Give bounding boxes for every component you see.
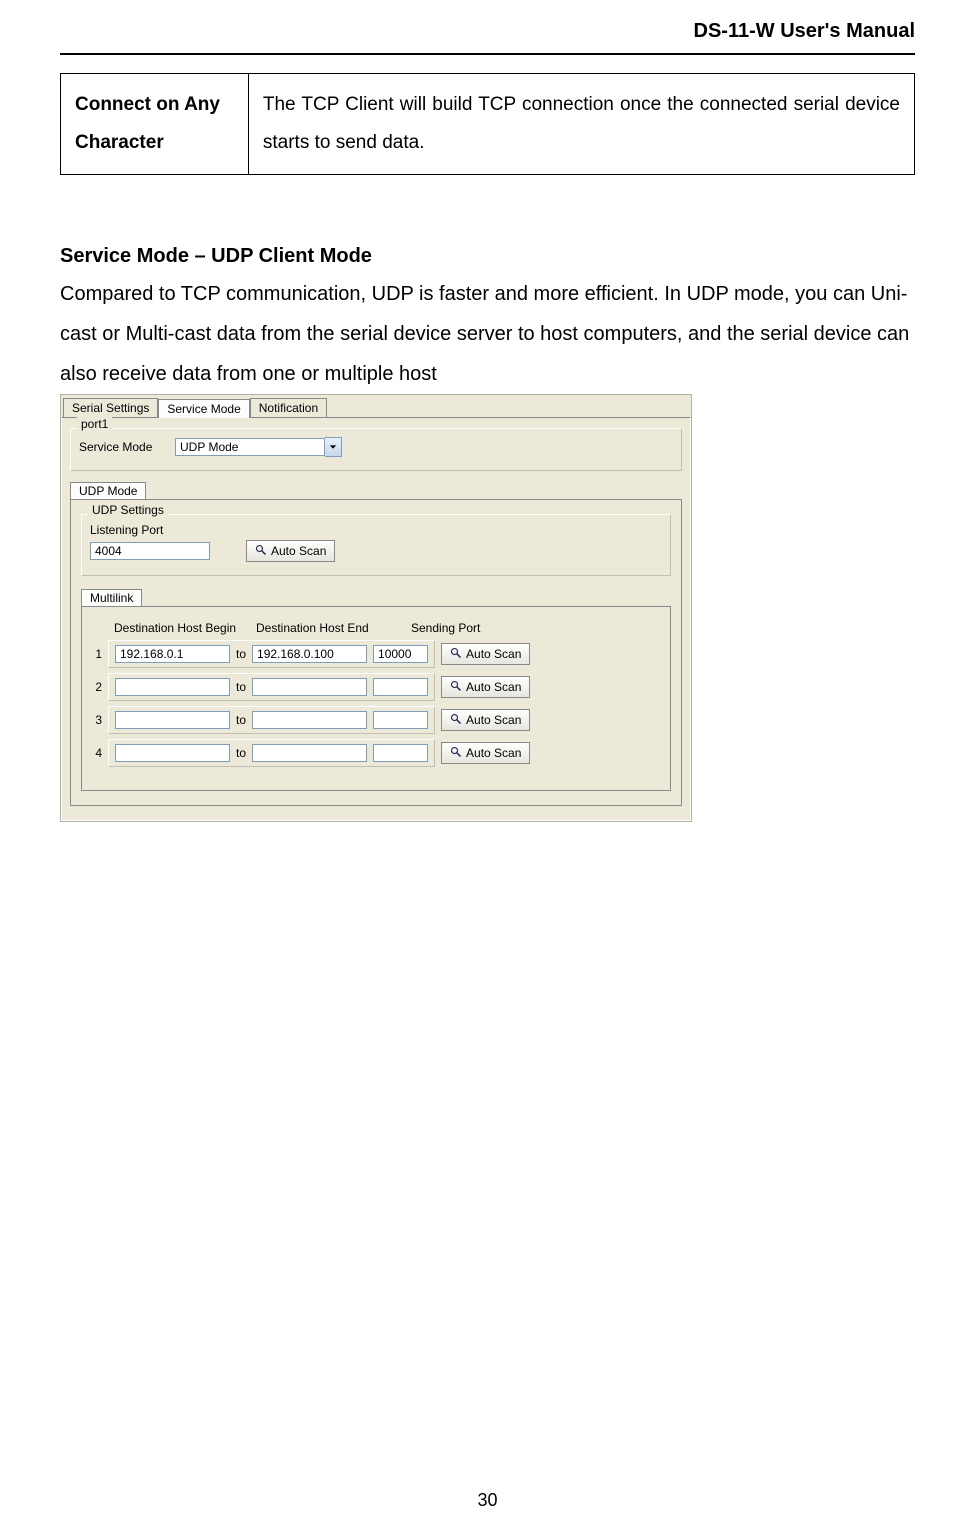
magnifier-icon — [450, 647, 462, 662]
multilink-row: 4 to Auto Scan — [92, 739, 660, 767]
tab-service-mode[interactable]: Service Mode — [158, 399, 249, 418]
magnifier-icon — [450, 713, 462, 728]
service-mode-label: Service Mode — [79, 440, 169, 454]
port1-group-title: port1 — [77, 417, 112, 431]
dest-begin-input[interactable] — [115, 678, 230, 696]
service-mode-value: UDP Mode — [175, 438, 325, 456]
row-group: to — [108, 673, 435, 701]
to-label: to — [236, 713, 246, 727]
row-group: to — [108, 739, 435, 767]
multilink-tab-strip: Multilink — [81, 586, 671, 606]
auto-scan-label: Auto Scan — [271, 544, 326, 558]
top-tab-strip: Serial Settings Service Mode Notificatio… — [61, 395, 691, 417]
multilink-headers: Destination Host Begin Destination Host … — [92, 621, 660, 635]
row-group: to — [108, 706, 435, 734]
settings-dialog: Serial Settings Service Mode Notificatio… — [60, 394, 692, 822]
udp-settings-title: UDP Settings — [88, 503, 168, 517]
to-label: to — [236, 647, 246, 661]
header-rule — [60, 53, 915, 55]
magnifier-icon — [255, 544, 267, 559]
dest-end-input[interactable] — [252, 645, 367, 663]
auto-scan-button[interactable]: Auto Scan — [441, 709, 530, 731]
auto-scan-label: Auto Scan — [466, 680, 521, 694]
dest-begin-input[interactable] — [115, 645, 230, 663]
header-sending-port: Sending Port — [411, 621, 491, 635]
tab-serial-settings[interactable]: Serial Settings — [63, 398, 158, 417]
multilink-body: Destination Host Begin Destination Host … — [81, 606, 671, 791]
row-number: 3 — [92, 713, 102, 727]
dest-end-input[interactable] — [252, 711, 367, 729]
magnifier-icon — [450, 746, 462, 761]
auto-scan-button[interactable]: Auto Scan — [441, 742, 530, 764]
listening-port-label: Listening Port — [90, 523, 662, 537]
mode-tab-strip: UDP Mode — [70, 479, 682, 499]
header-dest-end: Destination Host End — [256, 621, 411, 635]
port1-group: port1 Service Mode UDP Mode — [70, 428, 682, 471]
to-label: to — [236, 746, 246, 760]
table-label: Connect on Any Character — [61, 74, 249, 175]
udp-settings-group: UDP Settings Listening Port Auto Scan — [81, 514, 671, 576]
section-body: Compared to TCP communication, UDP is fa… — [60, 274, 915, 394]
dest-begin-input[interactable] — [115, 744, 230, 762]
multilink-row: 1 to Auto Scan — [92, 640, 660, 668]
tab-notification[interactable]: Notification — [250, 398, 327, 417]
page-number: 30 — [0, 1490, 975, 1511]
table-row: Connect on Any Character The TCP Client … — [61, 74, 915, 175]
auto-scan-label: Auto Scan — [466, 647, 521, 661]
dropdown-arrow-icon[interactable] — [325, 437, 342, 457]
header-dest-begin: Destination Host Begin — [114, 621, 256, 635]
sending-port-input[interactable] — [373, 678, 428, 696]
magnifier-icon — [450, 680, 462, 695]
service-mode-select[interactable]: UDP Mode — [175, 437, 342, 457]
to-label: to — [236, 680, 246, 694]
row-number: 2 — [92, 680, 102, 694]
multilink-row: 3 to Auto Scan — [92, 706, 660, 734]
row-group: to — [108, 640, 435, 668]
auto-scan-button[interactable]: Auto Scan — [246, 540, 335, 562]
tab-udp-mode[interactable]: UDP Mode — [70, 482, 146, 499]
manual-title: DS-11-W User's Manual — [60, 20, 915, 43]
sending-port-input[interactable] — [373, 711, 428, 729]
sending-port-input[interactable] — [373, 744, 428, 762]
auto-scan-button[interactable]: Auto Scan — [441, 676, 530, 698]
row-number: 1 — [92, 647, 102, 661]
tab-multilink[interactable]: Multilink — [81, 589, 142, 606]
table-desc: The TCP Client will build TCP connection… — [248, 74, 914, 175]
sending-port-input[interactable] — [373, 645, 428, 663]
dest-end-input[interactable] — [252, 678, 367, 696]
dest-end-input[interactable] — [252, 744, 367, 762]
auto-scan-label: Auto Scan — [466, 746, 521, 760]
auto-scan-label: Auto Scan — [466, 713, 521, 727]
listening-port-input[interactable] — [90, 542, 210, 560]
row-number: 4 — [92, 746, 102, 760]
section-title: Service Mode – UDP Client Mode — [60, 245, 915, 268]
multilink-row: 2 to Auto Scan — [92, 673, 660, 701]
auto-scan-button[interactable]: Auto Scan — [441, 643, 530, 665]
info-table: Connect on Any Character The TCP Client … — [60, 73, 915, 175]
mode-tab-body: UDP Settings Listening Port Auto Scan — [70, 499, 682, 806]
tab-body: port1 Service Mode UDP Mode UDP Mode UDP — [61, 417, 691, 821]
dest-begin-input[interactable] — [115, 711, 230, 729]
